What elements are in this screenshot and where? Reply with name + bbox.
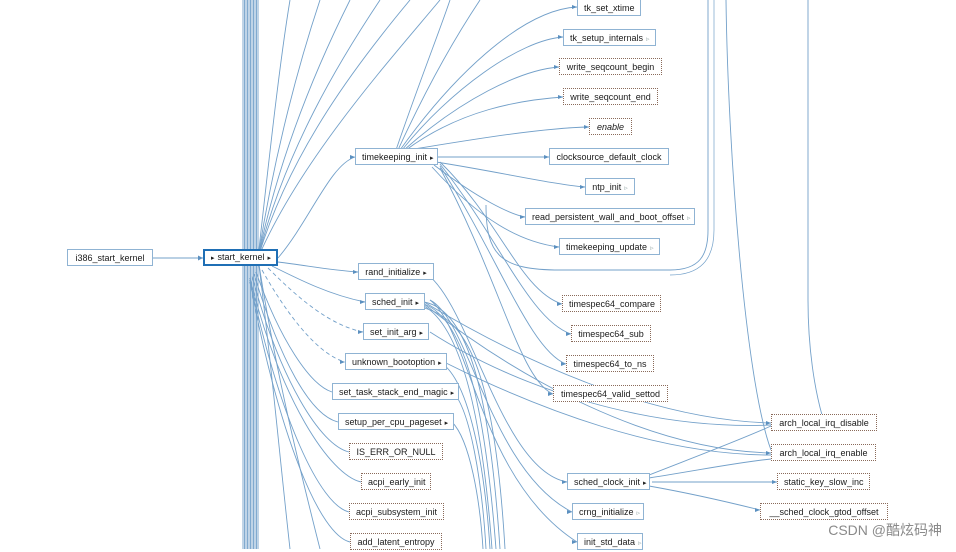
- node-unknown-bootoption[interactable]: unknown_bootoption ▸: [345, 353, 447, 370]
- node-sched-init[interactable]: sched_init ▸: [365, 293, 425, 310]
- call-graph-edges: [153, 0, 823, 549]
- node-tk-setup-internals[interactable]: tk_setup_internals ▹: [563, 29, 656, 46]
- node-arch-local-irq-enable[interactable]: arch_local_irq_enable: [771, 444, 876, 461]
- node-sched-clock-gtod-offset[interactable]: __sched_clock_gtod_offset: [760, 503, 888, 520]
- node-sched-clock-init[interactable]: sched_clock_init ▸: [567, 473, 650, 490]
- node-tk-set-xtime[interactable]: tk_set_xtime: [577, 0, 641, 16]
- node-set-init-arg[interactable]: set_init_arg ▸: [363, 323, 429, 340]
- node-timespec64-to-ns[interactable]: timespec64_to_ns: [566, 355, 654, 372]
- expand-icon: ▸: [423, 270, 427, 277]
- node-rand-initialize[interactable]: rand_initialize ▸: [358, 263, 434, 280]
- collapse-icon: ▸: [211, 255, 215, 262]
- node-i386-start-kernel[interactable]: i386_start_kernel: [67, 249, 153, 266]
- expand-icon: ▸: [438, 360, 442, 367]
- node-add-latent-entropy[interactable]: add_latent_entropy: [350, 533, 442, 550]
- expand-light-icon: ▹: [624, 185, 628, 192]
- watermark: CSDN @酷炫码神: [828, 522, 942, 538]
- node-write-seqcount-end[interactable]: write_seqcount_end: [563, 88, 658, 105]
- node-arch-local-irq-disable[interactable]: arch_local_irq_disable: [771, 414, 877, 431]
- node-start-kernel-selected[interactable]: ▸ start_kernel ▸: [203, 249, 278, 266]
- expand-icon: ▸: [450, 390, 455, 397]
- node-enable[interactable]: enable: [589, 118, 632, 135]
- node-clocksource-default-clock[interactable]: clocksource_default_clock: [549, 148, 669, 165]
- expand-light-icon: ▹: [646, 36, 650, 43]
- node-init-std-data[interactable]: init_std_data ▹: [577, 533, 643, 550]
- expand-light-icon: ▹: [638, 540, 642, 547]
- expand-light-icon: ▹: [650, 245, 654, 252]
- node-write-seqcount-begin[interactable]: write_seqcount_begin: [559, 58, 662, 75]
- node-set-task-stack-end-magic[interactable]: set_task_stack_end_magic ▸: [332, 383, 459, 400]
- expand-icon: ▸: [643, 480, 647, 487]
- node-is-err-or-null[interactable]: IS_ERR_OR_NULL: [349, 443, 443, 460]
- node-timespec64-sub[interactable]: timespec64_sub: [571, 325, 651, 342]
- node-timekeeping-update[interactable]: timekeeping_update ▹: [559, 238, 660, 255]
- node-setup-per-cpu-pageset[interactable]: setup_per_cpu_pageset ▸: [338, 413, 454, 430]
- node-acpi-early-init[interactable]: acpi_early_init: [361, 473, 431, 490]
- expand-icon: ▸: [267, 255, 272, 262]
- node-read-persistent-wall-and-boot-offset[interactable]: read_persistent_wall_and_boot_offset ▹: [525, 208, 695, 225]
- expand-light-icon: ▹: [686, 215, 691, 222]
- node-timespec64-valid-settod[interactable]: timespec64_valid_settod: [553, 385, 668, 402]
- expand-icon: ▸: [444, 420, 449, 427]
- node-static-key-slow-inc[interactable]: static_key_slow_inc: [777, 473, 870, 490]
- expand-light-icon: ▹: [636, 510, 641, 517]
- expand-icon: ▸: [430, 155, 434, 162]
- expand-icon: ▸: [415, 300, 420, 307]
- node-timekeeping-init[interactable]: timekeeping_init ▸: [355, 148, 438, 165]
- node-acpi-subsystem-init[interactable]: acpi_subsystem_init: [349, 503, 444, 520]
- node-timespec64-compare[interactable]: timespec64_compare: [562, 295, 661, 312]
- node-ntp-init[interactable]: ntp_init ▹: [585, 178, 635, 195]
- expand-icon: ▸: [419, 330, 424, 337]
- node-crng-initialize[interactable]: crng_initialize ▹: [572, 503, 644, 520]
